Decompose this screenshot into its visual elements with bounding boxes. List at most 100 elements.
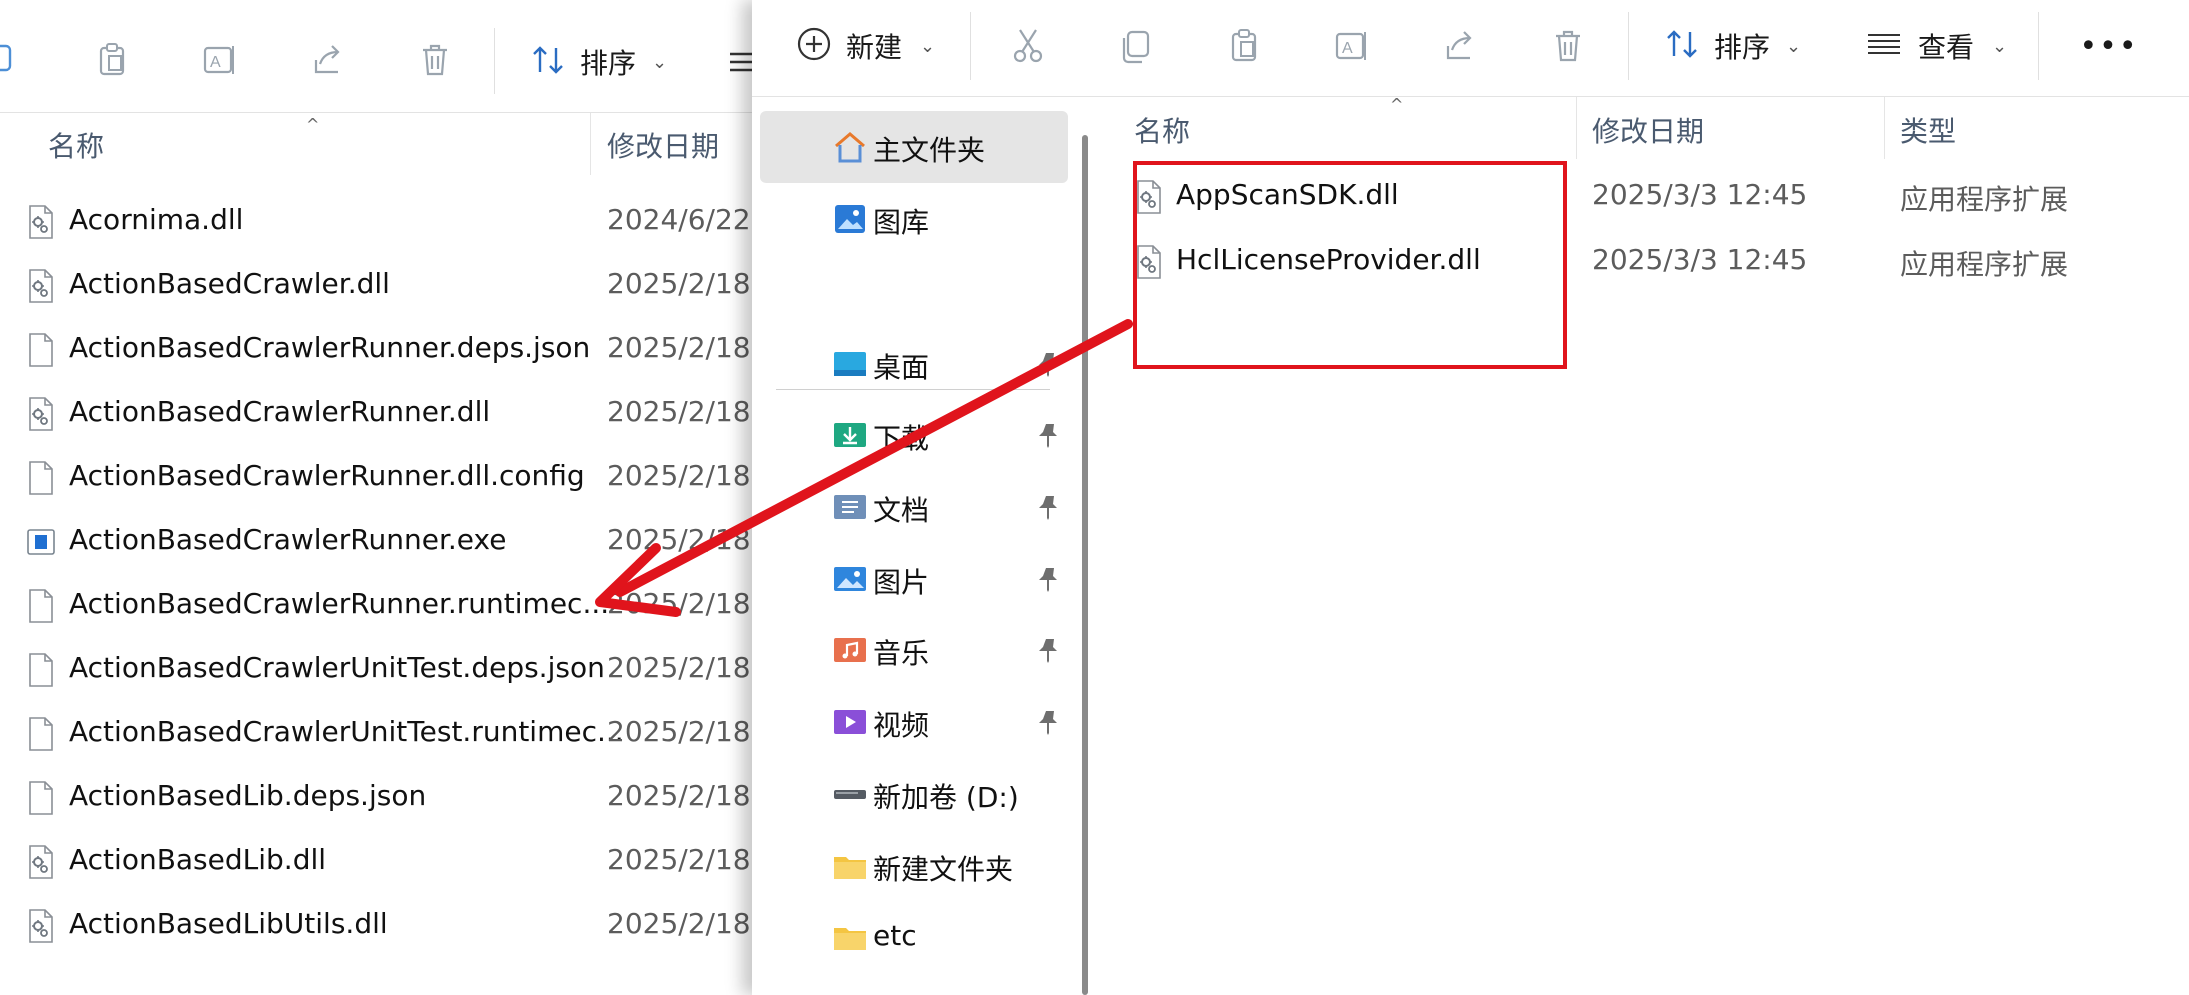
pin-icon[interactable] xyxy=(1036,636,1062,664)
left-sort-button[interactable]: 排序 ⌄ xyxy=(528,38,667,86)
cut-icon[interactable] xyxy=(1008,26,1048,66)
nav-item-pictures[interactable]: 图片 xyxy=(760,543,1068,615)
new-button[interactable]: 新建 ⌄ xyxy=(796,22,935,70)
file-name: ActionBasedCrawlerUnitTest.runtimec... xyxy=(69,715,624,748)
pin-icon[interactable] xyxy=(1036,350,1062,378)
sort-label: 排序 xyxy=(580,47,637,80)
file-row[interactable]: ActionBasedCrawlerUnitTest.deps.json 2025… xyxy=(0,638,760,702)
sort-button[interactable]: 排序 ⌄ xyxy=(1662,22,1801,70)
nav-item-drive[interactable]: 新加卷 (D:) xyxy=(760,758,1068,830)
column-name-header[interactable]: 名称 xyxy=(48,125,104,165)
column-divider[interactable] xyxy=(1576,97,1577,159)
sort-caret-icon: ^ xyxy=(306,115,320,134)
paste-icon[interactable] xyxy=(92,40,132,80)
file-row[interactable]: ActionBasedCrawlerRunner.dll.config 2025/… xyxy=(0,446,760,510)
dll-file-icon xyxy=(26,268,56,304)
file-row[interactable]: ActionBasedCrawlerRunner.deps.json 2025/2… xyxy=(0,318,760,382)
view-icon xyxy=(1864,24,1904,68)
more-icon[interactable]: ••• xyxy=(2079,22,2136,70)
sort-icon xyxy=(1662,24,1702,68)
paste-icon[interactable] xyxy=(1224,26,1264,66)
pin-icon[interactable] xyxy=(1036,421,1062,449)
pin-icon[interactable] xyxy=(1036,708,1062,736)
nav-item-label: 视频 xyxy=(873,709,930,742)
exe-file-icon xyxy=(26,524,56,560)
nav-item-label: 新建文件夹 xyxy=(873,853,1014,886)
nav-item-home[interactable]: 主文件夹 xyxy=(760,111,1068,183)
file-row[interactable]: ActionBasedLibUtils.dll 2025/2/18 xyxy=(0,894,760,958)
nav-item-documents[interactable]: 文档 xyxy=(760,471,1068,543)
left-toolbar: A 排序 ⌄ xyxy=(0,0,760,113)
generic-file-icon xyxy=(26,780,56,816)
downloads-icon xyxy=(832,417,868,453)
file-name: ActionBasedCrawlerRunner.deps.json xyxy=(69,331,591,364)
music-icon xyxy=(832,632,868,668)
nav-item-desktop[interactable]: 桌面 xyxy=(760,328,1068,400)
share-icon[interactable] xyxy=(1440,26,1480,66)
column-type-header[interactable]: 类型 xyxy=(1900,110,1956,150)
share-icon[interactable] xyxy=(308,40,348,80)
column-divider[interactable] xyxy=(1884,97,1885,159)
file-name: ActionBasedLib.dll xyxy=(69,843,327,876)
nav-scrollbar[interactable] xyxy=(1082,135,1088,995)
nav-item-label: 新加卷 (D:) xyxy=(873,781,1019,814)
file-date: 2025/2/18 xyxy=(607,523,751,556)
file-name: ActionBasedCrawlerRunner.runtimec... xyxy=(69,587,610,620)
file-row[interactable]: ActionBasedLib.dll 2025/2/18 xyxy=(0,830,760,894)
sort-caret-icon: ^ xyxy=(1390,95,1404,114)
nav-item-music[interactable]: 音乐 xyxy=(760,614,1068,686)
file-date: 2025/2/18 xyxy=(607,267,751,300)
nav-item-label: 图库 xyxy=(873,206,930,239)
column-name-header[interactable]: 名称 xyxy=(1134,110,1190,150)
copy-icon[interactable] xyxy=(1116,26,1156,66)
generic-file-icon xyxy=(26,716,56,752)
delete-icon[interactable] xyxy=(1548,26,1588,66)
file-date: 2025/2/18 xyxy=(607,587,751,620)
nav-item-downloads[interactable]: 下载 xyxy=(760,399,1068,471)
file-row[interactable]: ActionBasedLib.deps.json 2025/2/18 xyxy=(0,766,760,830)
svg-text:A: A xyxy=(210,54,221,71)
nav-item-folder-10[interactable]: etc xyxy=(760,901,1068,973)
file-row[interactable]: ActionBasedCrawlerUnitTest.runtimec... 20… xyxy=(0,702,760,766)
rename-icon[interactable]: A xyxy=(1332,26,1372,66)
rename-icon[interactable]: A xyxy=(200,40,240,80)
column-date-header[interactable]: 修改日期 xyxy=(1592,110,1704,150)
folder-icon xyxy=(832,919,868,955)
pin-icon[interactable] xyxy=(1036,565,1062,593)
file-name: ActionBasedCrawlerUnitTest.deps.json xyxy=(69,651,605,684)
copy-icon[interactable] xyxy=(0,40,22,80)
file-row[interactable]: ActionBasedCrawlerRunner.exe 2025/2/18 xyxy=(0,510,760,574)
file-date: 2025/2/18 xyxy=(607,843,751,876)
dll-file-icon xyxy=(26,844,56,880)
delete-icon[interactable] xyxy=(415,40,455,80)
file-date: 2025/2/18 xyxy=(607,331,751,364)
view-button[interactable]: 查看 ⌄ xyxy=(1864,22,2007,70)
chevron-down-icon: ⌄ xyxy=(1786,35,1802,57)
file-row[interactable]: Acornima.dll 2024/6/22 xyxy=(0,190,760,254)
svg-text:A: A xyxy=(1342,40,1353,57)
file-row[interactable]: ActionBasedCrawlerRunner.dll 2025/2/18 xyxy=(0,382,760,446)
file-name: ActionBasedLibUtils.dll xyxy=(69,907,388,940)
pin-icon[interactable] xyxy=(1036,493,1062,521)
file-date: 2025/2/18 xyxy=(607,395,751,428)
toolbar-separator xyxy=(970,12,971,80)
nav-item-label: 主文件夹 xyxy=(873,134,986,167)
dll-file-icon xyxy=(26,396,56,432)
generic-file-icon xyxy=(26,588,56,624)
left-column-header: ^ 名称 修改日期 xyxy=(0,113,760,175)
pictures-icon xyxy=(832,561,868,597)
column-date-header[interactable]: 修改日期 xyxy=(607,125,719,165)
foreground-explorer-window: 新建 ⌄ A 排序 ⌄ 查看 ⌄ ••• 主文件夹 图库 桌面 下载 文档 图片… xyxy=(752,0,2189,995)
chevron-down-icon: ⌄ xyxy=(920,35,936,57)
file-name: ActionBasedCrawlerRunner.dll xyxy=(69,395,491,428)
nav-item-gallery[interactable]: 图库 xyxy=(760,183,1068,255)
nav-item-videos[interactable]: 视频 xyxy=(760,686,1068,758)
desktop-icon xyxy=(832,346,868,382)
file-row[interactable]: ActionBasedCrawlerRunner.runtimec... 2025… xyxy=(0,574,760,638)
column-divider[interactable] xyxy=(590,113,591,175)
chevron-down-icon: ⌄ xyxy=(652,51,668,73)
file-row[interactable]: ActionBasedCrawler.dll 2025/2/18 xyxy=(0,254,760,318)
nav-item-folder-9[interactable]: 新建文件夹 xyxy=(760,830,1068,902)
file-name: ActionBasedCrawlerRunner.dll.config xyxy=(69,459,585,492)
generic-file-icon xyxy=(26,332,56,368)
